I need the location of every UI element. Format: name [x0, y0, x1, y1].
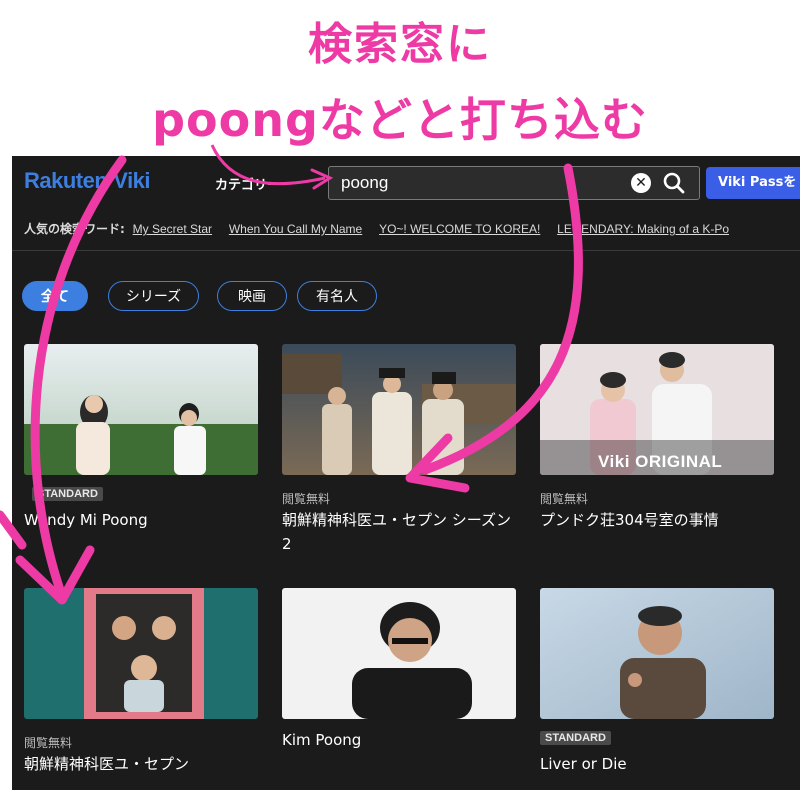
free-to-watch-label: 閲覧無料 [282, 492, 331, 506]
thumbnail-liver-or-die[interactable] [540, 588, 774, 719]
result-title[interactable]: 朝鮮精神科医ユ・セプン シーズン2 [282, 508, 516, 556]
popular-word-link[interactable]: LEGENDARY: Making of a K-Po [557, 222, 729, 236]
clear-search-icon[interactable]: ✕ [631, 173, 651, 193]
filter-tab-all[interactable]: 全て [22, 281, 88, 311]
result-card[interactable]: STANDARD Liver or Die [540, 588, 774, 788]
result-title[interactable]: Kim Poong [282, 728, 516, 752]
result-card[interactable]: 閲覧無料 朝鮮精神科医ユ・セプン シーズン2 [282, 344, 516, 564]
popular-word-link[interactable]: When You Call My Name [229, 222, 362, 236]
thumbnail-joseon-psychiatrist[interactable] [24, 588, 258, 719]
site-header: RakutenViki カテゴリー ✕ Viki Passを [12, 156, 800, 212]
standard-badge: STANDARD [540, 731, 611, 745]
standard-badge: STANDARD [32, 487, 103, 501]
result-card[interactable]: Viki ORIGINAL 閲覧無料 プンドク荘304号室の事情 [540, 344, 774, 544]
viki-search-screen: RakutenViki カテゴリー ✕ Viki Passを 人気の検索ワード:… [12, 156, 800, 790]
free-to-watch-label: 閲覧無料 [24, 736, 73, 750]
popular-word-link[interactable]: My Secret Star [133, 222, 212, 236]
result-card[interactable]: STANDARD Wendy Mi Poong [24, 344, 258, 544]
thumbnail-joseon-psychiatrist-s2[interactable] [282, 344, 516, 475]
result-title[interactable]: 朝鮮精神科医ユ・セプン [24, 752, 258, 776]
search-box[interactable]: ✕ [328, 166, 700, 200]
logo-viki-text: Viki [113, 168, 151, 193]
viki-pass-button[interactable]: Viki Passを [706, 167, 800, 199]
instruction-caption-line-2: poongなどと打ち込む [152, 93, 648, 147]
filter-tab-movie[interactable]: 映画 [217, 281, 287, 311]
result-title[interactable]: Wendy Mi Poong [24, 508, 258, 532]
instruction-caption-line-1: 検索窓に [308, 19, 492, 70]
divider [12, 250, 800, 251]
viki-original-overlay: Viki ORIGINAL [598, 452, 723, 471]
search-icon[interactable] [662, 171, 686, 195]
filter-tab-celebrity[interactable]: 有名人 [297, 281, 377, 311]
popular-search-words: 人気の検索ワード: My Secret Star When You Call M… [24, 220, 800, 240]
category-menu[interactable]: カテゴリー [215, 174, 280, 193]
popular-label: 人気の検索ワード: [24, 222, 125, 236]
popular-word-link[interactable]: YO~! WELCOME TO KOREA! [379, 222, 540, 236]
filter-tab-series[interactable]: シリーズ [108, 281, 199, 311]
free-to-watch-label: 閲覧無料 [540, 492, 589, 506]
result-title[interactable]: Liver or Die [540, 752, 774, 776]
thumbnail-pungdeok-304[interactable]: Viki ORIGINAL [540, 344, 774, 475]
thumbnail-wendy-mi-poong[interactable] [24, 344, 258, 475]
result-card[interactable]: 閲覧無料 朝鮮精神科医ユ・セプン [24, 588, 258, 788]
search-input[interactable] [341, 172, 621, 194]
thumbnail-kim-poong[interactable] [282, 588, 516, 719]
result-card[interactable]: Kim Poong [282, 588, 516, 788]
rakuten-viki-logo[interactable]: Rakuten Viki [24, 168, 151, 194]
logo-rakuten-text: Rakuten [24, 168, 108, 193]
result-title[interactable]: プンドク荘304号室の事情 [540, 508, 774, 532]
